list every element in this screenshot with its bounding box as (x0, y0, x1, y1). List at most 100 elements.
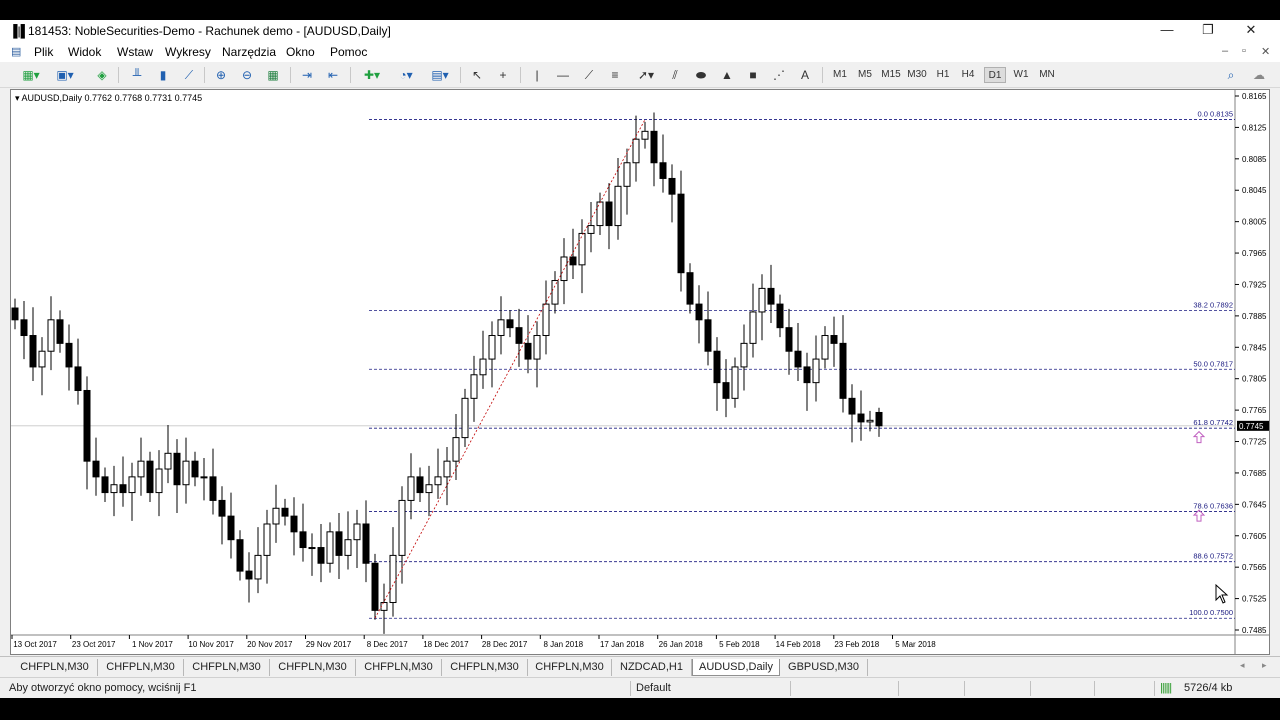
candle-body (488, 335, 496, 360)
timeframe-mn[interactable]: MN (1035, 67, 1059, 83)
chart-tabs: CHFPLN,M30 CHFPLN,M30 CHFPLN,M30 CHFPLN,… (0, 656, 1280, 676)
chart-window[interactable]: ▾ AUDUSD,Daily 0.7762 0.7768 0.7731 0.77… (10, 89, 1270, 655)
mdi-minimize-button[interactable]: – (1222, 45, 1228, 57)
timeframe-m30[interactable]: M30 (905, 67, 929, 83)
rectangle-icon[interactable]: ■ (744, 66, 762, 84)
chart-tab[interactable]: CHFPLN,M30 (270, 659, 356, 676)
candle-body (722, 382, 730, 399)
candle-body (344, 539, 352, 556)
screen-bottom-border (0, 698, 1280, 720)
trendline-icon[interactable]: ⟋ (580, 66, 598, 84)
candle-body (614, 185, 622, 227)
menu-view[interactable]: Widok (68, 45, 101, 59)
status-divider (630, 681, 631, 696)
candle-body (812, 358, 820, 384)
menu-file[interactable]: Plik (34, 45, 53, 59)
timeframe-m5[interactable]: M5 (855, 67, 875, 83)
status-divider (964, 681, 965, 696)
chart-tab[interactable]: CHFPLN,M30 (12, 659, 98, 676)
tab-scroll-right-icon[interactable]: ▸ (1262, 660, 1267, 671)
menu-window[interactable]: Okno (286, 45, 315, 59)
cursor-icon[interactable]: ↖ (468, 66, 486, 84)
text-tool-icon[interactable]: A (796, 66, 814, 84)
candle-body (479, 358, 487, 376)
close-button[interactable]: ✕ (1236, 22, 1266, 40)
tile-windows-icon[interactable]: ▦ (264, 66, 282, 84)
timeframe-d1[interactable]: D1 (984, 67, 1006, 83)
mdi-chart-icon[interactable]: ▤ (11, 45, 21, 58)
candle-body (155, 468, 163, 494)
menu-tools[interactable]: Narzędzia (222, 45, 276, 59)
templates-icon[interactable]: ▤▾ (426, 66, 454, 84)
candle-body (506, 319, 514, 329)
price-tick-label: 0.7525 (1242, 595, 1267, 604)
crosshair-icon[interactable]: + (494, 66, 512, 84)
candle-body (128, 476, 136, 494)
chart-tab[interactable]: GBPUSD,M30 (780, 659, 868, 676)
community-icon[interactable]: ☁ (1248, 66, 1270, 84)
timeframe-h4[interactable]: H4 (958, 67, 978, 83)
ellipse-icon[interactable]: ⬬ (692, 66, 710, 84)
toolbar-separator (350, 67, 351, 83)
price-tick-label: 0.7805 (1242, 375, 1267, 384)
toolbar-separator (290, 67, 291, 83)
candle-body (497, 319, 505, 337)
horizontal-line-icon[interactable]: — (554, 66, 572, 84)
chart-tab[interactable]: CHFPLN,M30 (356, 659, 442, 676)
chart-tab[interactable]: CHFPLN,M30 (184, 659, 270, 676)
channel-icon[interactable]: ⫽ (666, 66, 684, 84)
chart-tab[interactable]: CHFPLN,M30 (528, 659, 612, 676)
chart-tab[interactable]: CHFPLN,M30 (98, 659, 184, 676)
profiles-icon[interactable]: ▣▾ (50, 66, 80, 84)
mdi-close-button[interactable]: ✕ (1261, 45, 1270, 58)
market-watch-icon[interactable]: ◈ (92, 66, 112, 84)
candle-body (830, 335, 838, 344)
triangle-icon[interactable]: ▲ (718, 66, 736, 84)
candle-body (875, 411, 883, 427)
candle-body (749, 311, 757, 344)
price-chart[interactable]: 0.8165 0.8125 0.8085 0.8045 0.8005 0.7965 0.79… (11, 90, 1269, 654)
screen-top-border (0, 0, 1280, 20)
fibonacci-icon[interactable]: ≡ (606, 66, 624, 84)
zoom-out-icon[interactable]: ⊖ (238, 66, 256, 84)
price-tick-label: 0.7965 (1242, 249, 1267, 258)
status-bar: Aby otworzyć okno pomocy, wciśnij F1 Def… (0, 677, 1280, 698)
restore-button[interactable]: ❐ (1193, 22, 1223, 40)
menu-bar: ▤ Plik Widok Wstaw Wykresy Narzędzia Okn… (0, 42, 1280, 62)
chart-tab-active[interactable]: AUDUSD,Daily (692, 659, 780, 676)
tab-scroll-left-icon[interactable]: ◂ (1240, 660, 1245, 671)
bar-chart-icon[interactable]: ╨ (128, 66, 146, 84)
menu-help[interactable]: Pomoc (330, 45, 367, 59)
timeframe-h1[interactable]: H1 (933, 67, 953, 83)
zoom-in-icon[interactable]: ⊕ (212, 66, 230, 84)
timeframe-w1[interactable]: W1 (1011, 67, 1031, 83)
gann-icon[interactable]: ⋰ (770, 66, 788, 84)
arrows-icon[interactable]: ➚▾ (632, 66, 660, 84)
new-chart-icon[interactable]: ▦▾ (16, 66, 46, 84)
timeframe-m15[interactable]: M15 (879, 67, 903, 83)
candle-body (605, 201, 613, 227)
timeframe-m1[interactable]: M1 (830, 67, 850, 83)
chart-shift-icon[interactable]: ⇤ (324, 66, 342, 84)
candle-body (731, 366, 739, 399)
chart-tab[interactable]: CHFPLN,M30 (442, 659, 528, 676)
mdi-restore-button[interactable]: ▫ (1242, 45, 1246, 57)
candle-body (38, 350, 46, 368)
menu-insert[interactable]: Wstaw (117, 45, 153, 59)
indicators-icon[interactable]: ✚▾ (358, 66, 386, 84)
vertical-line-icon[interactable]: | (528, 66, 546, 84)
menu-charts[interactable]: Wykresy (165, 45, 211, 59)
candlestick-icon[interactable]: ▮ (154, 66, 172, 84)
candle-body (245, 570, 253, 580)
periods-icon[interactable]: ◔▾ (392, 66, 420, 84)
search-icon[interactable]: ⌕ (1222, 66, 1240, 84)
minimize-button[interactable]: — (1152, 22, 1182, 40)
line-chart-icon[interactable]: ⟋ (180, 66, 198, 84)
candle-body (11, 307, 19, 321)
title-bar[interactable]: ▐|▌ 181453: NobleSecurities-Demo - Rachu… (0, 20, 1280, 42)
chart-tab[interactable]: NZDCAD,H1 (612, 659, 692, 676)
auto-scroll-icon[interactable]: ⇥ (298, 66, 316, 84)
price-tick-label: 0.8165 (1242, 92, 1267, 101)
toolbar-separator (204, 67, 205, 83)
connection-bars-icon: |||||| (1160, 682, 1172, 694)
